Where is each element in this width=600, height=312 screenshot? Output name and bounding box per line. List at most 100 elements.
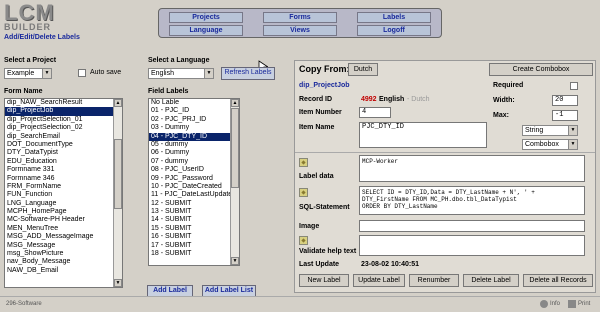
datatype-select[interactable]: String ▼ (522, 125, 578, 136)
form-list-item[interactable]: msg_ShowPicture (5, 250, 122, 258)
form-list-item[interactable]: dip_NAW_SearchResult (5, 99, 122, 107)
width-input[interactable]: 20 (552, 95, 578, 106)
delete-label-button[interactable]: Delete Label (463, 274, 519, 287)
nav-views[interactable]: Views (263, 25, 337, 36)
field-list-item[interactable]: 17 - SUBMIT (149, 242, 239, 250)
form-list-item[interactable]: MSG_ADD_MessageImage (5, 233, 122, 241)
field-list-item[interactable]: 16 - SUBMIT (149, 233, 239, 241)
scroll-down-icon[interactable]: ▼ (114, 279, 122, 287)
form-list-item[interactable]: LNG_Language (5, 200, 122, 208)
field-listbox[interactable]: No Lable 01 - PJC_ID 02 - PJC_PRJ_ID 03 - D… (148, 98, 240, 266)
print-icon[interactable] (568, 300, 576, 308)
autosave-label: Auto save (90, 69, 122, 76)
print-link[interactable]: Print (578, 301, 590, 307)
item-name-label: Item Name (299, 124, 335, 131)
form-list-item[interactable]: FRM_FormName (5, 183, 122, 191)
copy-from-dutch-button[interactable]: Dutch (348, 63, 378, 76)
item-number-label: Item Number (299, 109, 342, 116)
autosave-checkbox[interactable] (78, 69, 86, 77)
refresh-labels-button[interactable]: Refresh Labels (221, 67, 275, 80)
form-list-item[interactable]: dip_SearchEmail (5, 133, 122, 141)
scroll-up-icon[interactable]: ▲ (231, 99, 239, 107)
language-select[interactable]: English ▼ (148, 68, 214, 79)
main-nav: Projects Forms Labels Language Views Log… (158, 8, 442, 38)
validate-help-icon[interactable] (299, 236, 308, 245)
field-list-item[interactable]: 05 - dummy (149, 141, 239, 149)
nav-language[interactable]: Language (169, 25, 243, 36)
form-listbox[interactable]: dip_NAW_SearchResult dip_ProjectJob dip_Pr… (4, 98, 123, 288)
field-list-item[interactable]: 13 - SUBMIT (149, 208, 239, 216)
form-list-item[interactable]: MEN_MenuTree (5, 225, 122, 233)
field-list-item[interactable]: 04 - PJC_DTY_ID (149, 132, 239, 141)
form-list-scrollbar[interactable]: ▲ ▼ (113, 99, 122, 287)
record-language: English (379, 96, 405, 103)
validate-help-input[interactable] (359, 235, 585, 256)
sql-statement-textarea[interactable]: SELECT ID = DTY_ID,Data = DTY_LastName +… (359, 186, 585, 215)
form-list-item[interactable]: EDU_Education (5, 158, 122, 166)
project-select[interactable]: Example ▼ (4, 68, 52, 79)
nav-projects[interactable]: Projects (169, 12, 243, 23)
form-list-item[interactable]: NAW_DB_Email (5, 267, 122, 275)
form-list-item[interactable]: Formname 331 (5, 166, 122, 174)
sql-statement-icon[interactable] (299, 188, 308, 197)
company-name: 296-Software (6, 301, 42, 307)
create-combobox-button[interactable]: Create Combobox (489, 63, 593, 76)
field-list-item[interactable]: 14 - SUBMIT (149, 216, 239, 224)
field-list-item[interactable]: 03 - Dummy (149, 124, 239, 132)
scroll-thumb[interactable] (114, 139, 122, 209)
scroll-thumb[interactable] (231, 108, 239, 188)
label-data-label: Label data (299, 173, 334, 180)
field-list-item[interactable]: 09 - PJC_Password (149, 175, 239, 183)
form-list-item[interactable]: FUN_Function (5, 191, 122, 199)
validate-help-label: Validate help text (299, 248, 357, 255)
field-list-item[interactable]: No Lable (149, 99, 239, 107)
field-list-item[interactable]: 07 - dummy (149, 158, 239, 166)
field-list-scrollbar[interactable]: ▲ ▼ (230, 99, 239, 265)
nav-forms[interactable]: Forms (263, 12, 337, 23)
form-list-item[interactable]: MSG_Message (5, 242, 122, 250)
delete-all-records-button[interactable]: Delete all Records (523, 274, 593, 287)
datatype-select-value: String (525, 127, 544, 134)
chevron-down-icon: ▼ (204, 69, 213, 78)
label-data-icon[interactable] (299, 158, 308, 167)
field-list-item[interactable]: 08 - PJC_UserID (149, 166, 239, 174)
form-list-item[interactable]: MCPH_HomePage (5, 208, 122, 216)
field-list-item[interactable]: 01 - PJC_ID (149, 107, 239, 115)
chevron-down-icon: ▼ (568, 140, 577, 149)
item-number-input[interactable]: 4 (359, 107, 391, 118)
info-icon[interactable] (540, 300, 548, 308)
form-list-item[interactable]: DTY_DataTypist (5, 149, 122, 157)
info-link[interactable]: Info (550, 301, 560, 307)
record-id-value: 4992 (361, 96, 377, 103)
renumber-button[interactable]: Renumber (409, 274, 459, 287)
form-list-item[interactable]: DOT_DocumentType (5, 141, 122, 149)
field-list-item[interactable]: 11 - PJC_DateLastUpdate (149, 191, 239, 199)
field-list-item[interactable]: 02 - PJC_PRJ_ID (149, 116, 239, 124)
sql-statement-label: SQL-Statement (299, 204, 350, 211)
scroll-down-icon[interactable]: ▼ (231, 257, 239, 265)
field-list-item[interactable]: 10 - PJC_DateCreated (149, 183, 239, 191)
field-list-item[interactable]: 15 - SUBMIT (149, 225, 239, 233)
item-name-input[interactable]: PJC_DTY_ID (359, 122, 487, 148)
form-list-item[interactable]: MC-Software-PH Header (5, 216, 122, 224)
field-list-item[interactable]: 06 - Dummy (149, 149, 239, 157)
field-list-item[interactable]: 18 - SUBMIT (149, 250, 239, 258)
new-label-button[interactable]: New Label (299, 274, 349, 287)
max-label: Max: (493, 112, 509, 119)
form-list-item[interactable]: dip_ProjectSelection_01 (5, 116, 122, 124)
nav-logoff[interactable]: Logoff (357, 25, 431, 36)
chevron-down-icon: ▼ (42, 69, 51, 78)
image-input[interactable] (359, 220, 585, 232)
form-list-item[interactable]: dip_ProjectSelection_02 (5, 124, 122, 132)
update-label-button[interactable]: Update Label (353, 274, 405, 287)
form-list-item[interactable]: Formname 346 (5, 175, 122, 183)
label-data-textarea[interactable]: MCP-Worker (359, 155, 585, 182)
form-list-item[interactable]: nav_Body_Message (5, 258, 122, 266)
max-input[interactable]: -1 (552, 110, 578, 121)
field-list-item[interactable]: 12 - SUBMIT (149, 200, 239, 208)
form-list-item[interactable]: dip_ProjectJob (5, 107, 122, 116)
control-select[interactable]: Combobox ▼ (522, 139, 578, 150)
scroll-up-icon[interactable]: ▲ (114, 99, 122, 107)
nav-labels[interactable]: Labels (357, 12, 431, 23)
required-checkbox[interactable] (570, 82, 578, 90)
